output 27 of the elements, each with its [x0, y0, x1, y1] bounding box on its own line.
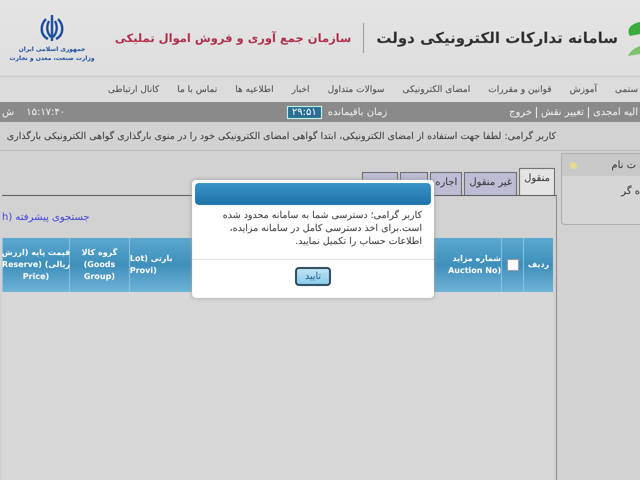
dialog-message: کاربر گرامی؛ دسترسی شما به سامانه محدود شده است.برای اخذ دسترسی کامل در سامانه مزایده، اطلاعات حساب را تکمیل نمایید.: [222, 209, 422, 249]
nav-link[interactable]: کانال ارتباطی: [100, 84, 168, 94]
panel-item[interactable]: ه گر: [562, 176, 640, 197]
tab[interactable]: منقول: [519, 168, 555, 195]
column-header: ردیف: [528, 259, 550, 271]
tab[interactable]: غير منقول: [464, 172, 518, 195]
select-all-checkbox[interactable]: [506, 259, 519, 271]
notice-text: کاربر گرامی: لطفا جهت استفاده از امضای الکترونیکی، ابتدا گواهی امضای الکترونیکی خود را در منوی بارگذاری گواهی الکترونیکی بارگذاری: [6, 130, 557, 142]
site-subtitle: سازمان جمع آوری و فروش اموال تمليكی: [114, 31, 352, 45]
confirm-button[interactable]: تایید: [294, 267, 332, 286]
nav-link[interactable]: ستمی: [607, 84, 640, 94]
panel-icon: [570, 162, 577, 168]
nav-link[interactable]: آموزش: [562, 84, 605, 94]
nav-link[interactable]: اخبار: [284, 84, 318, 94]
advanced-search-link[interactable]: جستجوی پیشرفته (h: [2, 212, 90, 222]
date-text: ش: [0, 106, 14, 118]
timer-label: زمان باقيمانده: [328, 106, 388, 118]
clock-text: ۱۵:۱۷:۴۰: [26, 106, 66, 118]
panel-title: ت نام: [611, 160, 636, 170]
nav-link[interactable]: امضای الکترونیکی: [394, 84, 478, 94]
nav-link[interactable]: قوانين و مقررات: [480, 84, 560, 94]
tab[interactable]: اجاره: [430, 172, 462, 195]
nav-link[interactable]: اطلاعیه ها: [227, 84, 282, 94]
session-timer: ۲۹:۵۱: [286, 106, 322, 118]
nav-link[interactable]: سوالات متداول: [320, 84, 392, 94]
nav-link[interactable]: تماس با ما: [169, 84, 226, 94]
site-title: سامانه تداركات الكترونيكی دولت: [376, 29, 618, 47]
